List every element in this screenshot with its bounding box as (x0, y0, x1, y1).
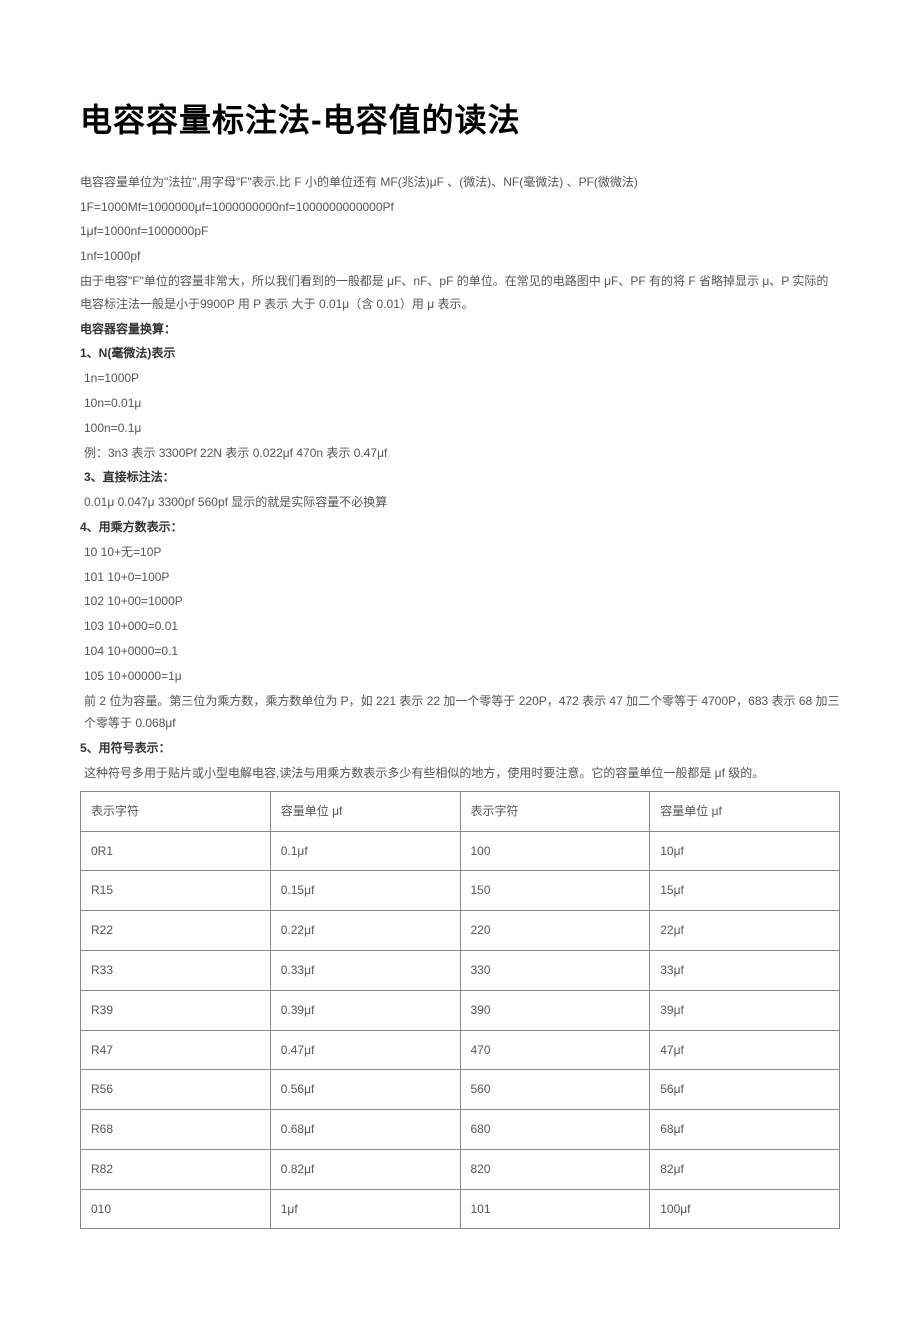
table-cell: 330 (460, 950, 650, 990)
table-cell: 0.68μf (270, 1110, 460, 1150)
table-cell: 101 (460, 1189, 650, 1229)
section4-title: 4、用乘方数表示： (80, 516, 840, 539)
page-title: 电容容量标注法-电容值的读法 (80, 90, 840, 151)
table-cell: 39μf (650, 990, 840, 1030)
table-cell: R33 (81, 950, 271, 990)
table-cell: 1μf (270, 1189, 460, 1229)
intro-line: 电容容量单位为"法拉",用字母"F"表示.比 F 小的单位还有 MF(兆法)μF… (80, 171, 840, 194)
table-cell: 220 (460, 911, 650, 951)
section4-line: 101 10+0=100P (80, 566, 840, 589)
section5-title: 5、用符号表示： (80, 737, 840, 760)
table-cell: 100μf (650, 1189, 840, 1229)
table-cell: 010 (81, 1189, 271, 1229)
table-cell: 390 (460, 990, 650, 1030)
section3-line: 0.01μ 0.047μ 3300pf 560pf 显示的就是实际容量不必换算 (80, 491, 840, 514)
table-row: R47 0.47μf 470 47μf (81, 1030, 840, 1070)
table-cell: 0.39μf (270, 990, 460, 1030)
table-header: 表示字符 (460, 791, 650, 831)
table-cell: 470 (460, 1030, 650, 1070)
table-row: 010 1μf 101 100μf (81, 1189, 840, 1229)
table-row: R22 0.22μf 220 22μf (81, 911, 840, 951)
table-cell: 56μf (650, 1070, 840, 1110)
table-cell: R68 (81, 1110, 271, 1150)
section-conversion-title: 电容器容量换算： (80, 318, 840, 341)
table-header: 容量单位 μf (650, 791, 840, 831)
section4-line: 104 10+0000=0.1 (80, 640, 840, 663)
table-cell: 33μf (650, 950, 840, 990)
section1-line: 1n=1000P (80, 367, 840, 390)
section4-line: 103 10+000=0.01 (80, 615, 840, 638)
intro-line: 由于电容"F"单位的容量非常大，所以我们看到的一般都是 μF、nF、pF 的单位… (80, 270, 840, 316)
table-cell: 0R1 (81, 831, 271, 871)
table-cell: 0.15μf (270, 871, 460, 911)
table-cell: R15 (81, 871, 271, 911)
symbol-table: 表示字符 容量单位 μf 表示字符 容量单位 μf 0R1 0.1μf 100 … (80, 791, 840, 1230)
table-cell: 0.47μf (270, 1030, 460, 1070)
section5-desc: 这种符号多用于贴片或小型电解电容,读法与用乘方数表示多少有些相似的地方，使用时要… (80, 762, 840, 785)
section1-line: 10n=0.01μ (80, 392, 840, 415)
table-cell: 560 (460, 1070, 650, 1110)
table-row: R39 0.39μf 390 39μf (81, 990, 840, 1030)
table-cell: 22μf (650, 911, 840, 951)
table-cell: 100 (460, 831, 650, 871)
table-cell: 0.82μf (270, 1149, 460, 1189)
table-header-row: 表示字符 容量单位 μf 表示字符 容量单位 μf (81, 791, 840, 831)
table-row: R56 0.56μf 560 56μf (81, 1070, 840, 1110)
table-cell: R39 (81, 990, 271, 1030)
table-cell: R56 (81, 1070, 271, 1110)
table-cell: R47 (81, 1030, 271, 1070)
table-cell: 68μf (650, 1110, 840, 1150)
table-cell: 0.33μf (270, 950, 460, 990)
section1-line: 例：3n3 表示 3300Pf 22N 表示 0.022μf 470n 表示 0… (80, 442, 840, 465)
table-cell: 820 (460, 1149, 650, 1189)
table-cell: 82μf (650, 1149, 840, 1189)
table-row: R33 0.33μf 330 33μf (81, 950, 840, 990)
table-cell: 0.56μf (270, 1070, 460, 1110)
table-cell: 150 (460, 871, 650, 911)
section4-line: 前 2 位为容量。第三位为乘方数，乘方数单位为 P，如 221 表示 22 加一… (80, 690, 840, 736)
table-cell: 10μf (650, 831, 840, 871)
section1-line: 100n=0.1μ (80, 417, 840, 440)
table-header: 容量单位 μf (270, 791, 460, 831)
table-row: R15 0.15μf 150 15μf (81, 871, 840, 911)
table-row: R82 0.82μf 820 82μf (81, 1149, 840, 1189)
intro-line: 1nf=1000pf (80, 245, 840, 268)
section1-title: 1、N(毫微法)表示 (80, 342, 840, 365)
table-cell: R22 (81, 911, 271, 951)
intro-line: 1μf=1000nf=1000000pF (80, 220, 840, 243)
table-header: 表示字符 (81, 791, 271, 831)
table-cell: 680 (460, 1110, 650, 1150)
table-cell: 47μf (650, 1030, 840, 1070)
table-cell: 15μf (650, 871, 840, 911)
section4-line: 105 10+00000=1μ (80, 665, 840, 688)
section3-title: 3、直接标注法： (80, 466, 840, 489)
table-cell: 0.1μf (270, 831, 460, 871)
section4-line: 10 10+无=10P (80, 541, 840, 564)
intro-line: 1F=1000Mf=1000000μf=1000000000nf=1000000… (80, 196, 840, 219)
table-cell: 0.22μf (270, 911, 460, 951)
table-row: R68 0.68μf 680 68μf (81, 1110, 840, 1150)
section4-line: 102 10+00=1000P (80, 590, 840, 613)
table-cell: R82 (81, 1149, 271, 1189)
table-row: 0R1 0.1μf 100 10μf (81, 831, 840, 871)
